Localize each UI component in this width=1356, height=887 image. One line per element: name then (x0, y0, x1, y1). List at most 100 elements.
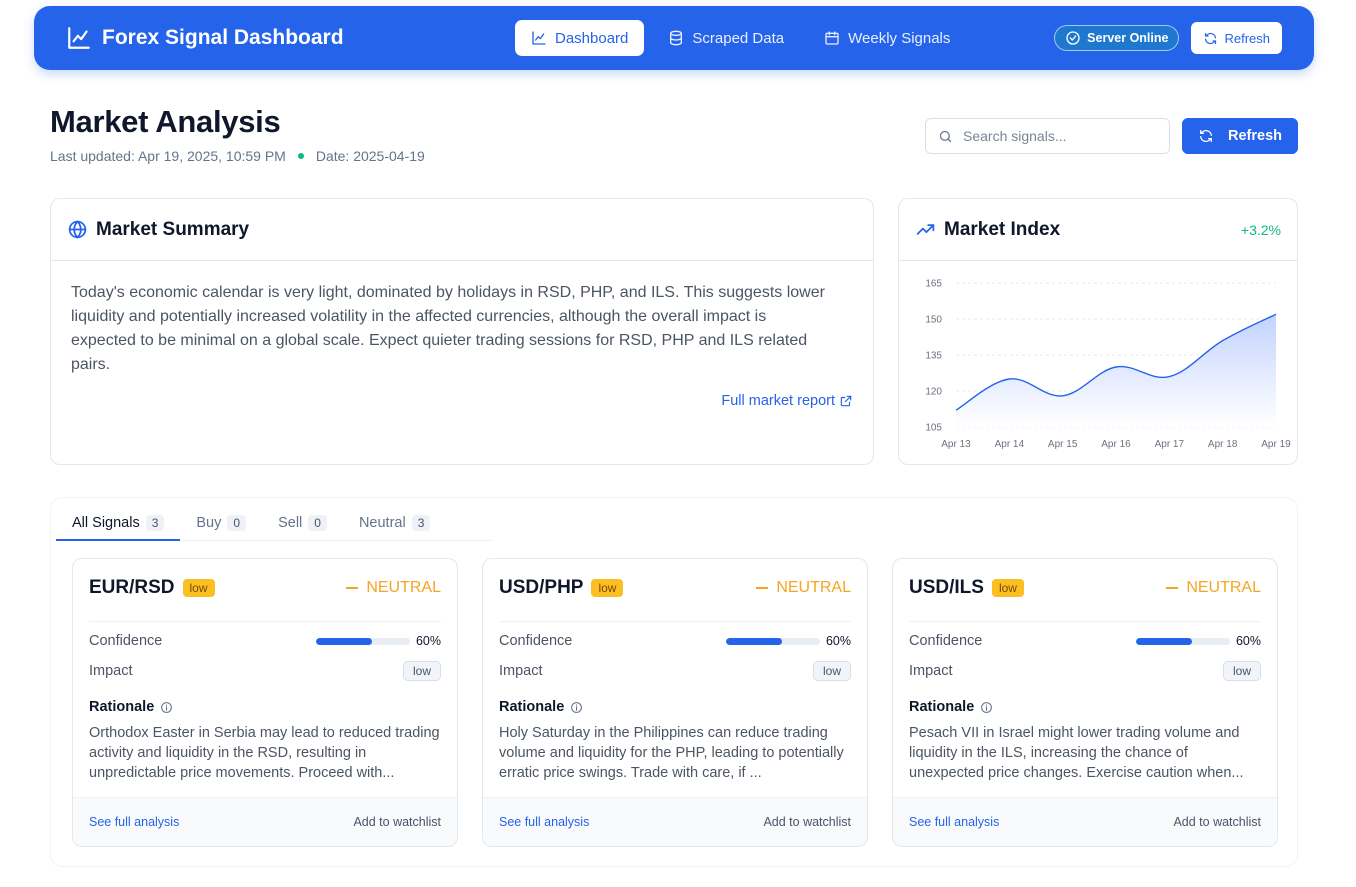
rationale-text: Orthodox Easter in Serbia may lead to re… (89, 725, 440, 781)
y-tick-label: 150 (925, 315, 942, 326)
currency-pair: USD/PHP (499, 577, 584, 598)
impact-row: Impact low (909, 661, 1261, 681)
nav-tab-weekly-signals[interactable]: Weekly Signals (808, 20, 966, 56)
top-navbar: Forex Signal Dashboard Dashboard Scraped… (34, 6, 1314, 70)
confidence-bar-fill (315, 637, 373, 645)
confidence-percent: 60% (415, 634, 441, 648)
priority-badge: low (591, 579, 624, 597)
x-tick-label: Apr 16 (1101, 439, 1131, 450)
dash-icon (756, 587, 769, 589)
last-updated-line: Last updated: Apr 19, 2025, 10:59 PM Dat… (50, 148, 425, 164)
server-status-text: Server Online (1087, 31, 1169, 45)
tab-count: 0 (308, 515, 327, 531)
last-updated-text: Last updated: Apr 19, 2025, 10:59 PM (50, 148, 286, 164)
tab-label: Sell (278, 515, 303, 531)
nav-tab-dashboard[interactable]: Dashboard (515, 20, 645, 56)
confidence-bar (725, 637, 820, 645)
impact-badge: low (1222, 661, 1261, 681)
info-icon[interactable] (570, 701, 583, 714)
tab-count: 3 (411, 515, 431, 531)
y-tick-label: 120 (925, 387, 942, 398)
x-tick-label: Apr 14 (995, 439, 1025, 450)
add-to-watchlist-button[interactable]: Add to watchlist (1173, 815, 1261, 829)
nav-tab-label: Scraped Data (692, 29, 785, 47)
y-tick-label: 105 (925, 423, 942, 434)
currency-pair: USD/ILS (909, 577, 984, 598)
tab-buy[interactable]: Buy 0 (180, 506, 262, 540)
confidence-label: Confidence (909, 633, 983, 649)
top-actions: Server Online Refresh (1054, 22, 1282, 54)
globe-icon (68, 220, 87, 239)
x-tick-label: Apr 18 (1208, 439, 1238, 450)
confidence-value: 60% (1135, 634, 1261, 648)
nav-tab-scraped-data[interactable]: Scraped Data (652, 20, 800, 56)
market-index-chart: 105 120 135 150 165 Apr 13 Apr 14 Apr 15 Apr 16 A… (925, 279, 1291, 451)
top-refresh-button[interactable]: Refresh (1191, 22, 1282, 54)
priority-badge: low (182, 579, 215, 597)
tab-sell[interactable]: Sell 0 (262, 506, 343, 540)
impact-label: Impact (909, 663, 953, 679)
signal-card-header: USD/PHP low NEUTRAL (499, 577, 851, 599)
refresh-button[interactable]: Refresh (1182, 118, 1298, 154)
refresh-icon (1200, 129, 1212, 143)
line-chart-icon (532, 31, 546, 45)
signal-card[interactable]: EUR/RSD low NEUTRAL Confidence 60% Impac… (72, 558, 458, 847)
tab-label: Buy (196, 515, 222, 531)
link-label: Full market report (721, 393, 835, 409)
search-input[interactable] (963, 128, 1153, 144)
signal-stance: NEUTRAL (346, 579, 441, 597)
confidence-value: 60% (725, 634, 851, 648)
confidence-bar (1135, 637, 1230, 645)
y-tick-label: 165 (925, 279, 942, 290)
card-title: Market Index (944, 218, 1061, 240)
divider (909, 621, 1261, 622)
confidence-row: Confidence 60% (499, 633, 851, 649)
impact-badge: low (812, 661, 851, 681)
refresh-label: Refresh (1224, 30, 1270, 46)
confidence-label: Confidence (89, 633, 163, 649)
x-tick-label: Apr 15 (1048, 439, 1078, 450)
see-full-analysis-link[interactable]: See full analysis (909, 815, 999, 829)
signal-stance: NEUTRAL (1166, 579, 1261, 597)
confidence-bar-fill (1135, 637, 1193, 645)
tab-all-signals[interactable]: All Signals 3 (56, 506, 181, 541)
see-full-analysis-link[interactable]: See full analysis (89, 815, 179, 829)
info-icon[interactable] (980, 701, 993, 714)
confidence-percent: 60% (1235, 634, 1261, 648)
nav-tab-label: Dashboard (555, 29, 629, 47)
full-market-report-link[interactable]: Full market report (721, 393, 853, 409)
confidence-percent: 60% (825, 634, 851, 648)
x-tick-label: Apr 19 (1261, 439, 1291, 450)
signal-card-footer: See full analysis Add to watchlist (73, 797, 457, 846)
stance-label: NEUTRAL (776, 579, 851, 596)
info-icon[interactable] (160, 701, 173, 714)
x-tick-label: Apr 17 (1155, 439, 1185, 450)
tab-label: All Signals (72, 514, 140, 531)
impact-badge: low (402, 661, 441, 681)
tab-neutral[interactable]: Neutral 3 (343, 506, 446, 540)
add-to-watchlist-button[interactable]: Add to watchlist (353, 815, 441, 829)
rationale-heading: Rationale (89, 699, 173, 715)
priority-badge: low (991, 579, 1024, 597)
confidence-row: Confidence 60% (89, 633, 441, 649)
confidence-row: Confidence 60% (909, 633, 1261, 649)
signal-card-header: EUR/RSD low NEUTRAL (89, 577, 441, 599)
search-box[interactable] (925, 118, 1170, 154)
line-chart-icon (68, 27, 90, 49)
impact-row: Impact low (89, 661, 441, 681)
currency-pair: EUR/RSD (89, 577, 175, 598)
date-text: Date: 2025-04-19 (315, 148, 425, 164)
signal-card[interactable]: USD/ILS low NEUTRAL Confidence 60% Impac… (892, 558, 1278, 847)
see-full-analysis-link[interactable]: See full analysis (499, 815, 589, 829)
impact-label: Impact (89, 663, 133, 679)
rationale-heading: Rationale (499, 699, 583, 715)
external-link-icon (840, 395, 852, 407)
stance-label: NEUTRAL (366, 579, 441, 596)
confidence-bar-fill (725, 637, 783, 645)
brand[interactable]: Forex Signal Dashboard (66, 25, 515, 51)
signal-card[interactable]: USD/PHP low NEUTRAL Confidence 60% Impac… (482, 558, 868, 847)
add-to-watchlist-button[interactable]: Add to watchlist (763, 815, 851, 829)
signal-stance: NEUTRAL (756, 579, 851, 597)
index-change: +3.2% (1240, 221, 1281, 238)
signal-card-footer: See full analysis Add to watchlist (893, 797, 1277, 846)
